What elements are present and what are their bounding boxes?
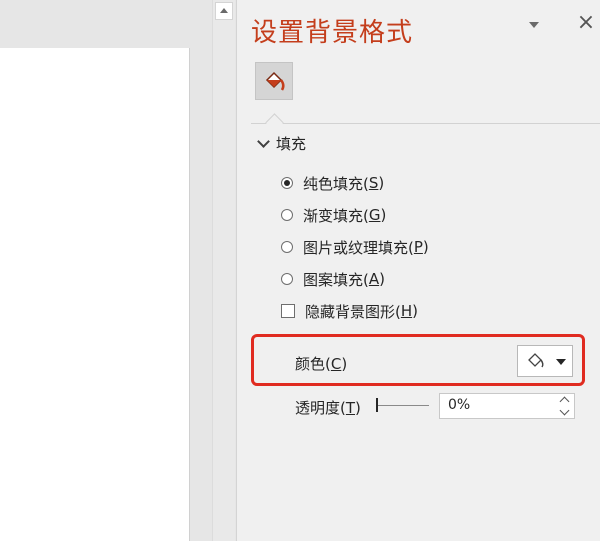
radio-button[interactable] <box>281 241 293 253</box>
radio-button-checked[interactable] <box>281 177 293 189</box>
paint-bucket-icon <box>265 71 285 91</box>
tab-divider <box>251 123 600 124</box>
checkbox[interactable] <box>281 304 295 318</box>
scroll-up-arrow-icon[interactable] <box>215 2 233 20</box>
radio-button[interactable] <box>281 273 293 285</box>
radio-picture-texture-fill[interactable]: 图片或纹理填充(P) <box>281 236 429 258</box>
transparency-slider-track[interactable] <box>377 405 429 406</box>
chevron-down-icon[interactable] <box>529 22 539 28</box>
color-label: 颜色(C) <box>295 355 348 373</box>
transparency-spinner[interactable]: 0% <box>439 393 575 419</box>
radio-pattern-fill[interactable]: 图案填充(A) <box>281 268 385 290</box>
color-picker-button[interactable] <box>517 345 573 377</box>
transparency-slider-thumb[interactable] <box>376 398 378 412</box>
transparency-label: 透明度(T) <box>295 399 361 417</box>
radio-gradient-fill[interactable]: 渐变填充(G) <box>281 204 386 226</box>
chevron-down-icon <box>257 134 270 148</box>
active-tab-pointer <box>265 113 284 132</box>
radio-solid-fill[interactable]: 纯色填充(S) <box>281 172 384 194</box>
pane-title: 设置背景格式 <box>251 18 414 48</box>
spin-down-icon[interactable] <box>559 405 570 416</box>
paint-bucket-icon <box>528 353 544 368</box>
fill-tab[interactable] <box>255 62 293 100</box>
vertical-scrollbar[interactable] <box>212 0 235 541</box>
slide-editing-area <box>0 0 212 541</box>
radio-button[interactable] <box>281 209 293 221</box>
dropdown-arrow-icon <box>556 359 566 365</box>
fill-section-title: 填充 <box>276 134 307 153</box>
transparency-value[interactable]: 0% <box>448 397 470 413</box>
slide-canvas[interactable] <box>0 48 190 541</box>
close-icon[interactable]: × <box>575 12 597 34</box>
fill-section-header[interactable]: 填充 <box>257 132 307 154</box>
hide-background-graphics-checkbox[interactable]: 隐藏背景图形(H) <box>281 300 418 322</box>
format-background-pane: 设置背景格式 × 填充 纯色填充(S) 渐变填充(G) 图片或纹理填充(P) 图… <box>236 0 600 541</box>
